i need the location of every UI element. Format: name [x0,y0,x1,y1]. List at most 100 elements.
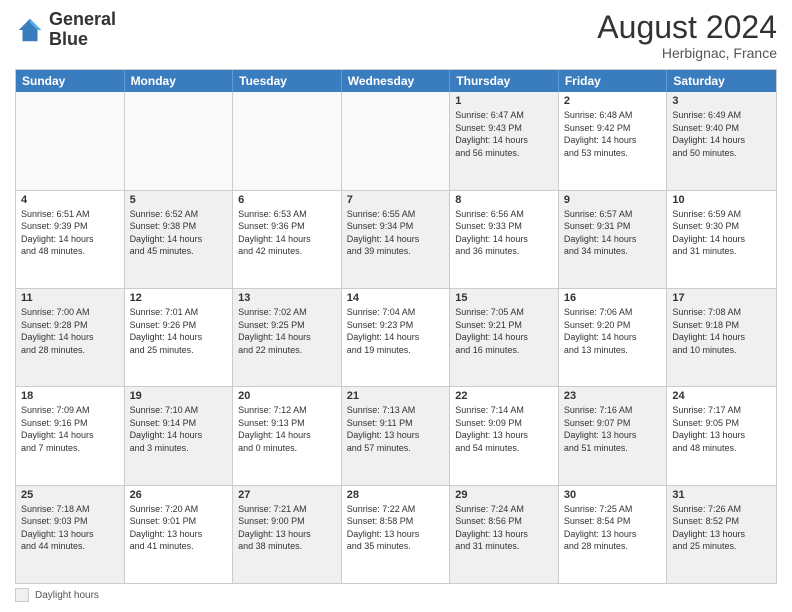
day-number: 7 [347,194,445,206]
calendar-cell: 25 Sunrise: 7:18 AM Sunset: 9:03 PM Dayli… [16,486,125,583]
day-number: 3 [672,95,771,107]
calendar-cell: 22 Sunrise: 7:14 AM Sunset: 9:09 PM Dayli… [450,387,559,484]
cell-text: Sunrise: 7:21 AM Sunset: 9:00 PM Dayligh… [238,503,336,553]
day-header-saturday: Saturday [667,70,776,92]
cell-text: Sunrise: 7:13 AM Sunset: 9:11 PM Dayligh… [347,404,445,454]
cell-text: Sunrise: 7:01 AM Sunset: 9:26 PM Dayligh… [130,306,228,356]
calendar-body: 1 Sunrise: 6:47 AM Sunset: 9:43 PM Daylig… [16,92,776,583]
calendar-week-1: 1 Sunrise: 6:47 AM Sunset: 9:43 PM Daylig… [16,92,776,189]
calendar-cell: 7 Sunrise: 6:55 AM Sunset: 9:34 PM Daylig… [342,191,451,288]
calendar-cell: 8 Sunrise: 6:56 AM Sunset: 9:33 PM Daylig… [450,191,559,288]
day-header-wednesday: Wednesday [342,70,451,92]
cell-text: Sunrise: 6:52 AM Sunset: 9:38 PM Dayligh… [130,208,228,258]
day-number: 23 [564,390,662,402]
cell-text: Sunrise: 6:56 AM Sunset: 9:33 PM Dayligh… [455,208,553,258]
cell-text: Sunrise: 6:55 AM Sunset: 9:34 PM Dayligh… [347,208,445,258]
calendar-cell: 28 Sunrise: 7:22 AM Sunset: 8:58 PM Dayli… [342,486,451,583]
calendar-cell: 26Sunrise: 7:20 AM Sunset: 9:01 PM Dayli… [125,486,234,583]
calendar-cell: 30 Sunrise: 7:25 AM Sunset: 8:54 PM Dayli… [559,486,668,583]
cell-text: Sunrise: 7:25 AM Sunset: 8:54 PM Dayligh… [564,503,662,553]
day-number: 27 [238,489,336,501]
day-number: 31 [672,489,771,501]
cell-text: Sunrise: 7:04 AM Sunset: 9:23 PM Dayligh… [347,306,445,356]
title-block: August 2024 Herbignac, France [597,10,777,61]
calendar-cell [125,92,234,189]
calendar: SundayMondayTuesdayWednesdayThursdayFrid… [15,69,777,584]
day-header-monday: Monday [125,70,234,92]
day-number: 5 [130,194,228,206]
calendar-cell: 4 Sunrise: 6:51 AM Sunset: 9:39 PM Daylig… [16,191,125,288]
calendar-cell: 31 Sunrise: 7:26 AM Sunset: 8:52 PM Dayli… [667,486,776,583]
cell-text: Sunrise: 6:59 AM Sunset: 9:30 PM Dayligh… [672,208,771,258]
day-number: 11 [21,292,119,304]
calendar-cell: 2 Sunrise: 6:48 AM Sunset: 9:42 PM Daylig… [559,92,668,189]
day-number: 2 [564,95,662,107]
calendar-cell: 20Sunrise: 7:12 AM Sunset: 9:13 PM Dayli… [233,387,342,484]
cell-text: Sunrise: 7:00 AM Sunset: 9:28 PM Dayligh… [21,306,119,356]
day-number: 18 [21,390,119,402]
day-number: 15 [455,292,553,304]
day-number: 8 [455,194,553,206]
cell-text: Sunrise: 6:57 AM Sunset: 9:31 PM Dayligh… [564,208,662,258]
day-number: 24 [672,390,771,402]
calendar-week-5: 25 Sunrise: 7:18 AM Sunset: 9:03 PM Dayli… [16,485,776,583]
day-number: 12 [130,292,228,304]
calendar-cell [233,92,342,189]
calendar-cell: 14Sunrise: 7:04 AM Sunset: 9:23 PM Dayli… [342,289,451,386]
cell-text: Sunrise: 7:09 AM Sunset: 9:16 PM Dayligh… [21,404,119,454]
day-number: 10 [672,194,771,206]
calendar-header: SundayMondayTuesdayWednesdayThursdayFrid… [16,70,776,92]
calendar-cell: 29 Sunrise: 7:24 AM Sunset: 8:56 PM Dayli… [450,486,559,583]
calendar-cell: 19Sunrise: 7:10 AM Sunset: 9:14 PM Dayli… [125,387,234,484]
calendar-cell: 24Sunrise: 7:17 AM Sunset: 9:05 PM Dayli… [667,387,776,484]
calendar-cell: 13 Sunrise: 7:02 AM Sunset: 9:25 PM Dayli… [233,289,342,386]
cell-text: Sunrise: 7:22 AM Sunset: 8:58 PM Dayligh… [347,503,445,553]
page: General Blue August 2024 Herbignac, Fran… [0,0,792,612]
cell-text: Sunrise: 7:24 AM Sunset: 8:56 PM Dayligh… [455,503,553,553]
calendar-cell: 27 Sunrise: 7:21 AM Sunset: 9:00 PM Dayli… [233,486,342,583]
day-header-sunday: Sunday [16,70,125,92]
day-number: 21 [347,390,445,402]
cell-text: Sunrise: 7:14 AM Sunset: 9:09 PM Dayligh… [455,404,553,454]
day-header-thursday: Thursday [450,70,559,92]
logo: General Blue [15,10,116,50]
calendar-cell [342,92,451,189]
cell-text: Sunrise: 6:47 AM Sunset: 9:43 PM Dayligh… [455,109,553,159]
day-number: 25 [21,489,119,501]
day-number: 30 [564,489,662,501]
calendar-cell: 11 Sunrise: 7:00 AM Sunset: 9:28 PM Dayli… [16,289,125,386]
day-number: 19 [130,390,228,402]
day-number: 29 [455,489,553,501]
calendar-week-3: 11 Sunrise: 7:00 AM Sunset: 9:28 PM Dayli… [16,288,776,386]
calendar-cell: 9Sunrise: 6:57 AM Sunset: 9:31 PM Daylig… [559,191,668,288]
logo-text: General Blue [49,10,116,50]
calendar-cell: 3 Sunrise: 6:49 AM Sunset: 9:40 PM Daylig… [667,92,776,189]
cell-text: Sunrise: 6:53 AM Sunset: 9:36 PM Dayligh… [238,208,336,258]
day-header-friday: Friday [559,70,668,92]
day-number: 20 [238,390,336,402]
cell-text: Sunrise: 6:49 AM Sunset: 9:40 PM Dayligh… [672,109,771,159]
cell-text: Sunrise: 7:18 AM Sunset: 9:03 PM Dayligh… [21,503,119,553]
legend-swatch [15,588,29,602]
calendar-cell: 16Sunrise: 7:06 AM Sunset: 9:20 PM Dayli… [559,289,668,386]
day-number: 26 [130,489,228,501]
calendar-cell: 18 Sunrise: 7:09 AM Sunset: 9:16 PM Dayli… [16,387,125,484]
cell-text: Sunrise: 6:48 AM Sunset: 9:42 PM Dayligh… [564,109,662,159]
calendar-cell: 10 Sunrise: 6:59 AM Sunset: 9:30 PM Dayli… [667,191,776,288]
day-number: 1 [455,95,553,107]
calendar-cell: 1 Sunrise: 6:47 AM Sunset: 9:43 PM Daylig… [450,92,559,189]
day-number: 22 [455,390,553,402]
location: Herbignac, France [597,45,777,61]
day-number: 28 [347,489,445,501]
cell-text: Sunrise: 6:51 AM Sunset: 9:39 PM Dayligh… [21,208,119,258]
cell-text: Sunrise: 7:05 AM Sunset: 9:21 PM Dayligh… [455,306,553,356]
calendar-cell [16,92,125,189]
cell-text: Sunrise: 7:02 AM Sunset: 9:25 PM Dayligh… [238,306,336,356]
legend-label: Daylight hours [35,590,99,601]
cell-text: Sunrise: 7:26 AM Sunset: 8:52 PM Dayligh… [672,503,771,553]
day-number: 13 [238,292,336,304]
day-number: 4 [21,194,119,206]
calendar-cell: 23 Sunrise: 7:16 AM Sunset: 9:07 PM Dayli… [559,387,668,484]
cell-text: Sunrise: 7:16 AM Sunset: 9:07 PM Dayligh… [564,404,662,454]
calendar-cell: 12 Sunrise: 7:01 AM Sunset: 9:26 PM Dayli… [125,289,234,386]
